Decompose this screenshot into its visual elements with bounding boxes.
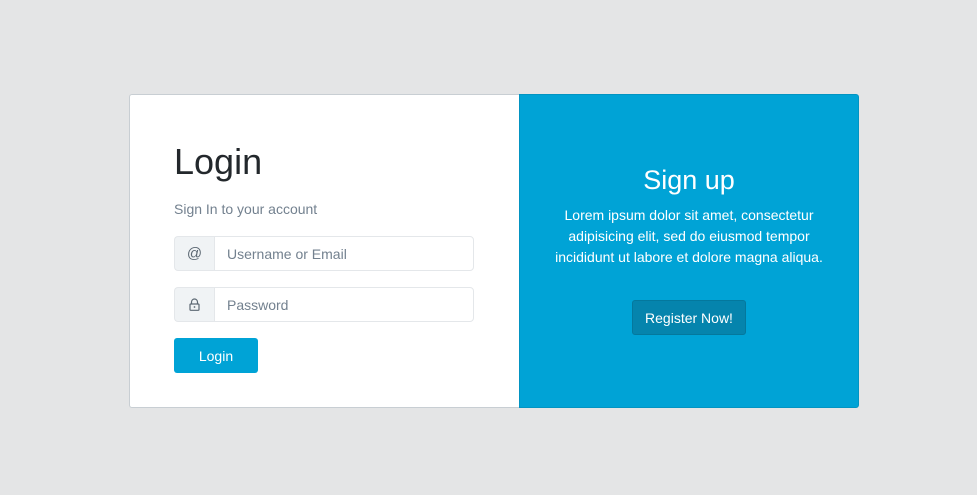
password-input[interactable]	[214, 287, 474, 322]
login-button[interactable]: Login	[174, 338, 258, 373]
password-input-group	[174, 287, 474, 322]
username-input-group: @	[174, 236, 474, 271]
signup-description: Lorem ipsum dolor sit amet, consectetur …	[555, 207, 823, 265]
signup-card: Sign up Lorem ipsum dolor sit amet, cons…	[519, 94, 859, 408]
register-now-button[interactable]: Register Now!	[632, 300, 746, 335]
signup-title: Sign up	[643, 165, 735, 195]
at-icon: @	[174, 236, 214, 271]
username-input[interactable]	[214, 236, 474, 271]
login-subtitle: Sign In to your account	[174, 201, 318, 217]
login-card: Login Sign In to your account @ Login	[129, 94, 519, 408]
card-group: Login Sign In to your account @ Login Si…	[129, 94, 859, 408]
lock-icon	[174, 287, 214, 322]
login-title: Login	[174, 141, 263, 182]
